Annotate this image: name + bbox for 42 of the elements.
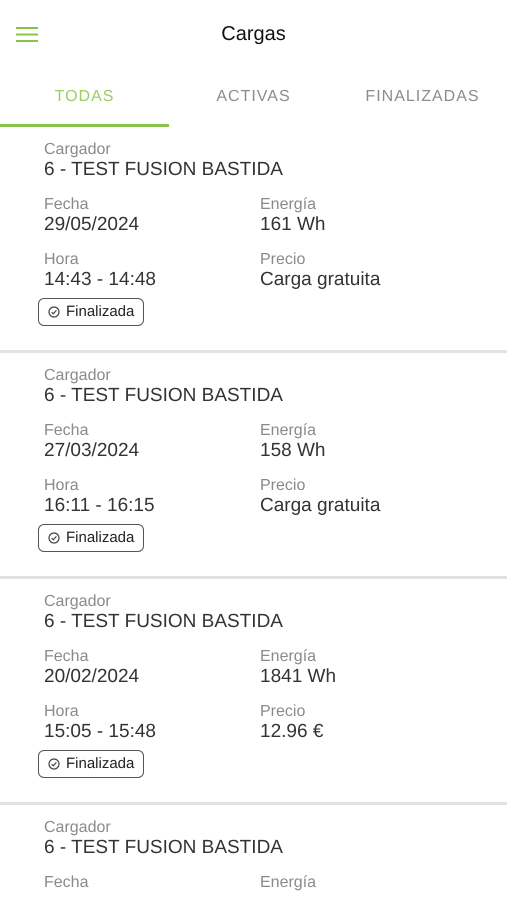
field-label: Cargador [44,592,112,611]
screen-title: Cargas [221,22,286,47]
field-label: Cargador [44,140,112,159]
field-label: Energía [260,873,316,892]
field-label: Cargador [44,366,112,385]
check-circle-icon [48,306,60,318]
field-label: Precio [260,476,306,495]
status-badge: Finalizada [38,524,144,552]
status-badge: Finalizada [38,298,144,326]
field-label: Fecha [44,647,88,666]
field-label: Hora [44,702,79,721]
field-label: Cargador [44,818,112,837]
field-value: 158 Wh [260,440,326,462]
field-value: 29/05/2024 [44,214,140,236]
check-circle-icon [48,532,60,544]
field-label: Fecha [44,873,88,892]
field-value: 14:43 - 14:48 [44,269,156,291]
field-label: Fecha [44,421,88,440]
field-value: 6 - TEST FUSION BASTIDA [44,611,284,633]
field-value: 161 Wh [260,214,326,236]
field-label: Energía [260,647,316,666]
field-label: Precio [260,702,306,721]
field-label: Energía [260,421,316,440]
field-value: 6 - TEST FUSION BASTIDA [44,385,284,407]
field-label: Precio [260,250,306,269]
field-value: 27/03/2024 [44,440,140,462]
field-label: Energía [260,195,316,214]
field-label: Hora [44,250,79,269]
check-circle-icon [48,758,60,770]
field-label: Hora [44,476,79,495]
field-value: 12.96 € [260,721,324,743]
field-label: Fecha [44,195,88,214]
field-value: Carga gratuita [260,495,380,517]
field-value: 6 - TEST FUSION BASTIDA [44,837,284,859]
field-value: 1841 Wh [260,666,336,688]
field-value: 15:05 - 15:48 [44,721,156,743]
field-value: 6 - TEST FUSION BASTIDA [44,159,284,181]
field-value: Carga gratuita [260,269,380,291]
field-value: 16:11 - 16:15 [44,495,155,517]
field-value: 20/02/2024 [44,666,140,688]
status-badge: Finalizada [38,750,144,778]
menu-icon[interactable] [16,27,38,42]
